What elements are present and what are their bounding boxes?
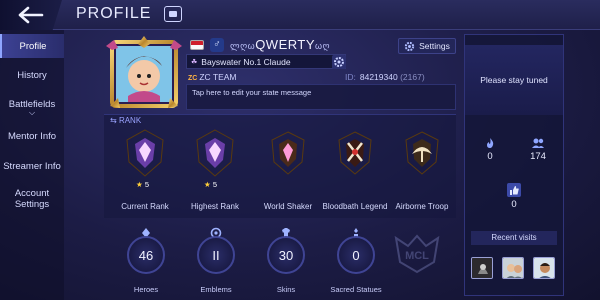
rank-heading: ⇆ RANK bbox=[110, 116, 141, 125]
name-decor-right: ωღ bbox=[315, 41, 331, 51]
achievement-shield-icon bbox=[405, 131, 439, 175]
achievement-shield-icon bbox=[271, 131, 305, 175]
followers-stat[interactable]: 174 bbox=[521, 137, 555, 162]
mcl-emblem-icon: MCL bbox=[394, 234, 440, 274]
bloodbath-legend-badge[interactable] bbox=[333, 128, 377, 180]
sidebar-item-battlefields[interactable]: Battlefields ⌵ bbox=[0, 94, 64, 120]
right-panel: Please stay tuned 0 174 0 Recent visits bbox=[464, 34, 564, 296]
player-name: ლღωQWERTYωღ bbox=[230, 37, 330, 52]
player-title[interactable]: ☘ Bayswater No.1 Claude bbox=[186, 54, 346, 69]
followers-icon bbox=[532, 138, 544, 148]
share-card-icon[interactable] bbox=[164, 6, 182, 22]
player-id: ID: 84219340 (2167) bbox=[345, 72, 425, 82]
settings-button[interactable]: Settings bbox=[398, 38, 456, 54]
sidebar: Profile History Battlefields ⌵ Mentor In… bbox=[0, 30, 64, 300]
page-title: PROFILE bbox=[76, 5, 152, 22]
rank-swap-icon: ⇆ bbox=[110, 116, 117, 125]
avatar[interactable] bbox=[106, 36, 182, 112]
heroes-count[interactable]: 46 bbox=[127, 236, 165, 274]
player-name-text: QWERTY bbox=[255, 37, 316, 52]
current-rank-stars: ★ 5 bbox=[136, 180, 149, 189]
back-arrow-icon bbox=[18, 6, 44, 24]
visitor-avatar-icon bbox=[503, 258, 523, 278]
achievement-shield-icon bbox=[338, 131, 372, 175]
id-server: (2167) bbox=[400, 72, 425, 82]
sidebar-item-history[interactable]: History bbox=[0, 63, 64, 87]
mcl-text: MCL bbox=[405, 250, 429, 262]
sidebar-item-profile[interactable]: Profile bbox=[0, 34, 64, 58]
recent-visitor-avatar[interactable] bbox=[533, 257, 555, 279]
visitor-avatar-icon bbox=[472, 258, 492, 278]
highest-rank-badge[interactable] bbox=[193, 128, 237, 180]
badge-label: Airborne Troop bbox=[395, 202, 449, 211]
emblems-level[interactable]: II bbox=[197, 236, 235, 274]
rank-heading-text: RANK bbox=[118, 116, 142, 125]
rank-tier-icon bbox=[195, 129, 235, 177]
highest-rank-star-count: 5 bbox=[212, 180, 217, 189]
recent-visitor-avatar[interactable] bbox=[502, 257, 524, 279]
likes-stat[interactable]: 0 bbox=[497, 183, 531, 210]
gear-icon bbox=[404, 41, 415, 51]
airborne-troop-badge[interactable] bbox=[400, 128, 444, 180]
stay-tuned-banner: Please stay tuned bbox=[465, 45, 563, 115]
sidebar-item-label: Streamer Info bbox=[3, 160, 61, 172]
top-bar: PROFILE bbox=[0, 0, 600, 30]
sidebar-item-label: Profile bbox=[19, 40, 47, 52]
id-label: ID: bbox=[345, 72, 356, 82]
star-icon: ★ bbox=[204, 180, 211, 189]
sacred-statues-count[interactable]: 0 bbox=[337, 236, 375, 274]
gender-male-icon: ♂ bbox=[210, 38, 224, 52]
state-message-input[interactable]: Tap here to edit your state message bbox=[186, 84, 456, 110]
edit-title-gear-icon[interactable] bbox=[332, 55, 346, 69]
stat-label: Skins bbox=[276, 285, 296, 294]
stat-label: Heroes bbox=[133, 285, 159, 294]
recent-visits-label: Recent visits bbox=[471, 231, 557, 245]
popularity-stat: 0 bbox=[473, 137, 507, 162]
world-shaker-badge[interactable] bbox=[266, 128, 310, 180]
sidebar-item-label: Mentor Info bbox=[7, 130, 57, 142]
sidebar-item-label: Account Settings bbox=[14, 188, 50, 210]
id-value: 84219340 bbox=[359, 72, 398, 82]
title-badge-icon: ☘ bbox=[191, 58, 198, 66]
stat-label: Emblems bbox=[200, 285, 232, 294]
country-flag-icon bbox=[190, 40, 204, 50]
thumbs-up-icon bbox=[507, 183, 521, 197]
followers-value: 174 bbox=[530, 151, 546, 162]
flame-icon bbox=[487, 138, 494, 148]
name-decor-left: ლღω bbox=[230, 41, 256, 51]
current-rank-star-count: 5 bbox=[144, 180, 149, 189]
highest-rank-stars: ★ 5 bbox=[204, 180, 217, 189]
back-button[interactable] bbox=[0, 0, 62, 30]
skins-count[interactable]: 30 bbox=[267, 236, 305, 274]
team-name-text: ZC TEAM bbox=[199, 72, 237, 82]
sidebar-item-streamer-info[interactable]: Streamer Info bbox=[0, 154, 64, 178]
sidebar-item-label: History bbox=[17, 69, 47, 81]
badge-label: Highest Rank bbox=[190, 202, 240, 211]
rank-tier-icon bbox=[125, 129, 165, 177]
visitor-avatar-icon bbox=[534, 258, 554, 278]
player-title-text: Bayswater No.1 Claude bbox=[201, 56, 291, 67]
recent-visitor-avatar[interactable] bbox=[471, 257, 493, 279]
likes-value: 0 bbox=[511, 199, 517, 210]
badge-label: Current Rank bbox=[121, 202, 169, 211]
chevron-down-icon: ⌵ bbox=[28, 107, 36, 117]
sidebar-item-mentor-info[interactable]: Mentor Info bbox=[0, 124, 64, 148]
sidebar-item-account-settings[interactable]: Account Settings bbox=[0, 184, 64, 214]
team-tag: ZC bbox=[188, 75, 198, 82]
team-name[interactable]: ZC ZC TEAM bbox=[188, 72, 237, 82]
star-icon: ★ bbox=[136, 180, 143, 189]
settings-label: Settings bbox=[419, 41, 450, 51]
current-rank-badge[interactable] bbox=[123, 128, 167, 180]
popularity-value: 0 bbox=[487, 151, 493, 162]
avatar-frame-icon bbox=[106, 36, 182, 108]
stat-label: Sacred Statues bbox=[330, 285, 382, 294]
